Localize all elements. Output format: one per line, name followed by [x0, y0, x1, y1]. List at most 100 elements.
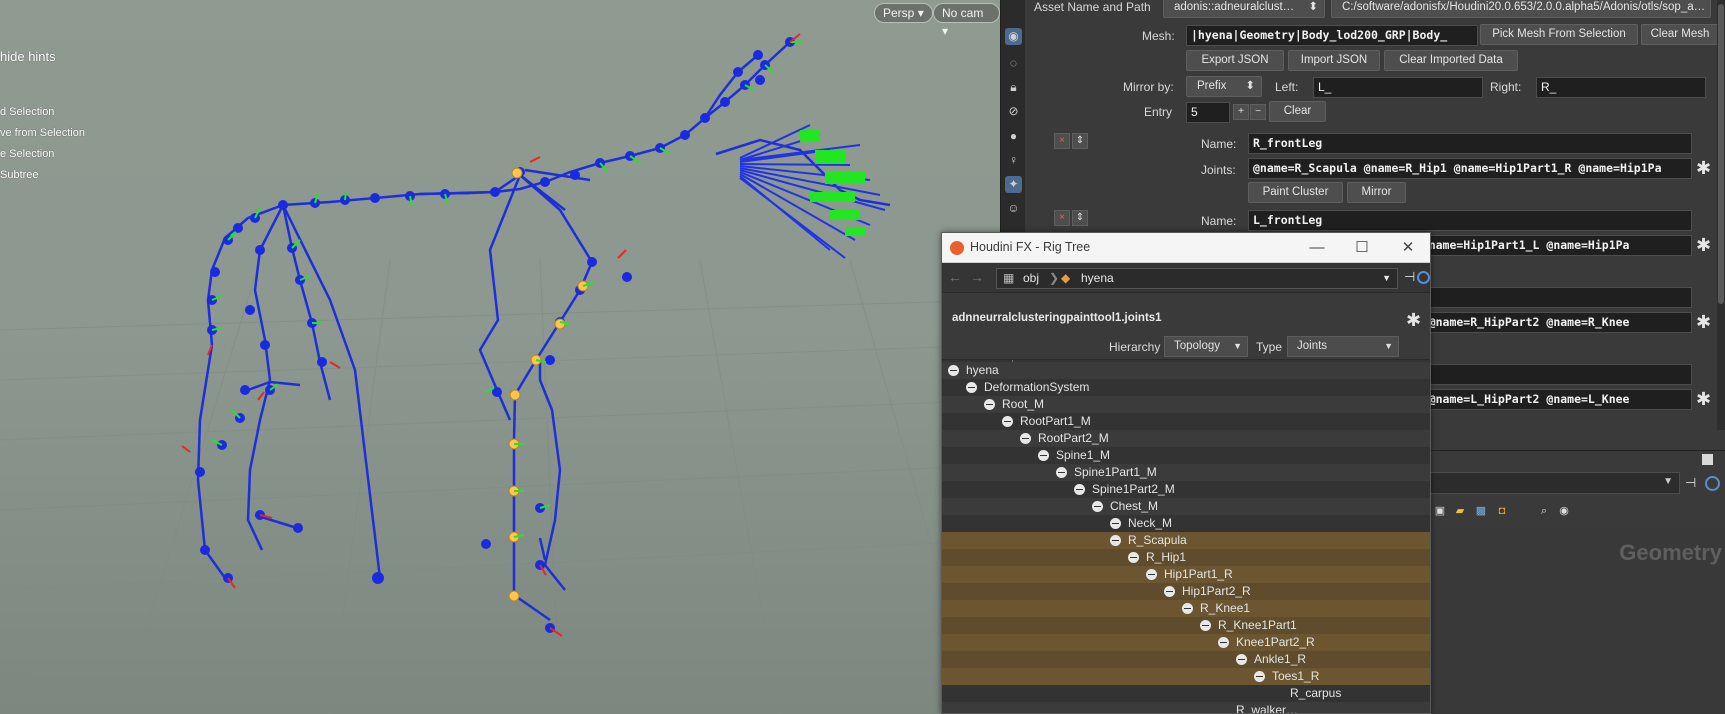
right-prefix-field[interactable]: R_ — [1536, 77, 1706, 98]
back-arrow-icon[interactable]: ← — [948, 269, 962, 285]
entry-name-field[interactable] — [1396, 364, 1692, 385]
collapse-toggle-icon[interactable] — [1020, 433, 1031, 444]
tree-row[interactable]: R_Scapula — [942, 532, 1430, 549]
joints-gear-icon[interactable]: ✱ — [1696, 313, 1711, 331]
maximize-button[interactable]: ☐ — [1352, 238, 1372, 258]
tree-row[interactable]: RootPart1_M — [942, 413, 1430, 430]
joints-gear-icon[interactable]: ✱ — [1696, 159, 1711, 177]
entry-name-field[interactable] — [1396, 287, 1692, 308]
collapse-toggle-icon[interactable] — [1200, 620, 1211, 631]
gallery-icon[interactable]: ▣ — [1433, 504, 1447, 518]
move-entry-icon[interactable]: ⇕ — [1072, 133, 1088, 149]
link-icon[interactable] — [1417, 271, 1430, 284]
collapse-toggle-icon[interactable] — [984, 399, 995, 410]
tree-row[interactable]: R_Knee1Part1 — [942, 617, 1430, 634]
entry-name-field[interactable]: R_frontLeg — [1248, 133, 1692, 154]
scene-viewport[interactable]: Persp ▾ No cam ▾ hide hints d Selection … — [0, 0, 1000, 714]
visibility-icon[interactable]: ◉ — [1557, 504, 1571, 518]
settings-gear-icon[interactable]: ✱ — [1406, 311, 1421, 329]
pin-icon[interactable]: ⊣ — [1404, 269, 1415, 285]
remove-entry-icon[interactable]: × — [1054, 133, 1070, 149]
remove-entry-icon[interactable]: × — [1054, 210, 1070, 226]
forward-arrow-icon[interactable]: → — [970, 269, 984, 285]
shading-icon[interactable]: ● — [1005, 128, 1022, 145]
tree-row[interactable]: Ankle1_R — [942, 651, 1430, 668]
perspective-menu-button[interactable]: Persp ▾ — [874, 3, 933, 23]
tree-row[interactable]: R_Knee1 — [942, 600, 1430, 617]
tree-row[interactable]: Spine1Part2_M — [942, 481, 1430, 498]
collapse-toggle-icon[interactable] — [1056, 467, 1067, 478]
entry-add-button[interactable]: + — [1233, 104, 1249, 120]
collapse-toggle-icon[interactable] — [1236, 654, 1247, 665]
tree-row[interactable]: Hip1Part1_R — [942, 566, 1430, 583]
tree-row[interactable]: Spine1Part1_M — [942, 464, 1430, 481]
entry-joints-field[interactable]: @name=R_Scapula @name=R_Hip1 @name=Hip1P… — [1248, 158, 1692, 179]
display-options-icon[interactable]: ◉ — [1005, 28, 1022, 45]
dropdown-arrow-icon[interactable]: ▼ — [1382, 273, 1391, 283]
collapse-toggle-icon[interactable] — [1254, 671, 1265, 682]
lock-icon[interactable]: 🔒︎ — [1005, 79, 1022, 96]
tree-row[interactable]: R_walker… — [942, 702, 1430, 713]
ghost-icon[interactable]: ◌ — [1005, 55, 1022, 72]
path-segment-hyena[interactable]: hyena — [1081, 271, 1114, 285]
clear-mesh-button[interactable]: Clear Mesh — [1641, 24, 1719, 45]
tree-row[interactable]: hyena — [942, 362, 1430, 379]
tree-row[interactable]: RootPart2_M — [942, 430, 1430, 447]
headlight-icon[interactable]: ✦ — [1005, 176, 1022, 193]
camera-light-icon[interactable]: ☺ — [1005, 200, 1022, 217]
collapse-toggle-icon[interactable] — [1146, 569, 1157, 580]
light-icon[interactable]: ♀ — [1005, 152, 1022, 169]
asset-path-field[interactable]: C:/software/adonisfx/Houdini20.0.653/2.0… — [1331, 0, 1711, 18]
collapse-toggle-icon[interactable] — [1182, 603, 1193, 614]
asset-name-dropdown[interactable]: adonis::adneuralclust… ⬍ — [1163, 0, 1325, 18]
clear-imported-data-button[interactable]: Clear Imported Data — [1384, 50, 1518, 71]
pane-menu-icon[interactable] — [1702, 454, 1713, 465]
tree-row[interactable]: Spine1_M — [942, 447, 1430, 464]
tree-row[interactable]: Chest_M — [942, 498, 1430, 515]
tree-row[interactable]: R_Hip1 — [942, 549, 1430, 566]
hide-hints-text[interactable]: hide hints — [0, 49, 56, 64]
params-scrollbar[interactable] — [1717, 0, 1725, 430]
tree-row[interactable]: Hip1Part2_R — [942, 583, 1430, 600]
entry-joints-field[interactable]: rt1 @name=L_HipPart2 @name=L_Knee — [1396, 389, 1692, 410]
collapse-toggle-icon[interactable] — [1218, 637, 1229, 648]
joints-gear-icon[interactable]: ✱ — [1696, 236, 1711, 254]
pick-mesh-button[interactable]: Pick Mesh From Selection — [1480, 24, 1638, 45]
material-icon[interactable]: ◘ — [1495, 504, 1509, 518]
window-titlebar[interactable]: Houdini FX - Rig Tree — ☐ ✕ — [942, 233, 1430, 263]
hierarchy-dropdown[interactable]: Topology ▼ — [1164, 336, 1248, 357]
entry-joints-field[interactable]: p1 @name=Hip1Part1_L @name=Hip1Pa — [1396, 235, 1692, 256]
collapse-toggle-icon[interactable] — [1002, 416, 1013, 427]
entry-joints-field[interactable]: rt1 @name=R_HipPart2 @name=R_Knee — [1396, 312, 1692, 333]
mesh-field[interactable]: |hyena|Geometry|Body_lod200_GRP|Body_ — [1186, 25, 1478, 46]
skeleton-scene[interactable] — [0, 0, 1000, 714]
pin-icon[interactable]: ⊣ — [1685, 475, 1696, 491]
collapse-toggle-icon[interactable] — [1038, 450, 1049, 461]
entry-clear-button[interactable]: Clear — [1269, 101, 1326, 122]
move-entry-icon[interactable]: ⇕ — [1072, 210, 1088, 226]
link-icon[interactable] — [1705, 476, 1720, 491]
type-dropdown[interactable]: Joints ▼ — [1287, 336, 1399, 357]
collapse-toggle-icon[interactable] — [1074, 484, 1085, 495]
joints-gear-icon[interactable]: ✱ — [1696, 390, 1711, 408]
mirror-entry-button[interactable]: Mirror — [1347, 182, 1406, 203]
no-select-icon[interactable]: ⊘ — [1005, 103, 1022, 120]
entry-name-field[interactable]: L_frontLeg — [1248, 210, 1692, 231]
collapse-toggle-icon[interactable] — [1164, 586, 1175, 597]
entry-remove-button[interactable]: − — [1250, 104, 1266, 120]
left-prefix-field[interactable]: L_ — [1313, 77, 1483, 98]
entry-count-field[interactable]: 5 — [1186, 102, 1230, 123]
export-json-button[interactable]: Export JSON — [1186, 50, 1284, 71]
tree-row[interactable]: Root_M — [942, 396, 1430, 413]
search-icon[interactable]: ⌕ — [1537, 504, 1551, 518]
import-json-button[interactable]: Import JSON — [1288, 50, 1380, 71]
path-segment-obj[interactable]: obj — [1023, 271, 1039, 285]
tree-row[interactable]: DeformationSystem — [942, 379, 1430, 396]
close-button[interactable]: ✕ — [1398, 238, 1418, 258]
rig-tree-path-bar[interactable]: ▦ obj ❯ ◆ hyena ▼ — [996, 268, 1398, 289]
mirror-by-dropdown[interactable]: Prefix ⬍ — [1186, 76, 1262, 97]
sticky-note-icon[interactable]: ▰ — [1453, 504, 1467, 518]
scrollbar-thumb[interactable] — [1718, 4, 1724, 304]
tree-row[interactable]: Knee1Part2_R — [942, 634, 1430, 651]
camera-menu-button[interactable]: No cam ▾ — [933, 3, 1000, 38]
